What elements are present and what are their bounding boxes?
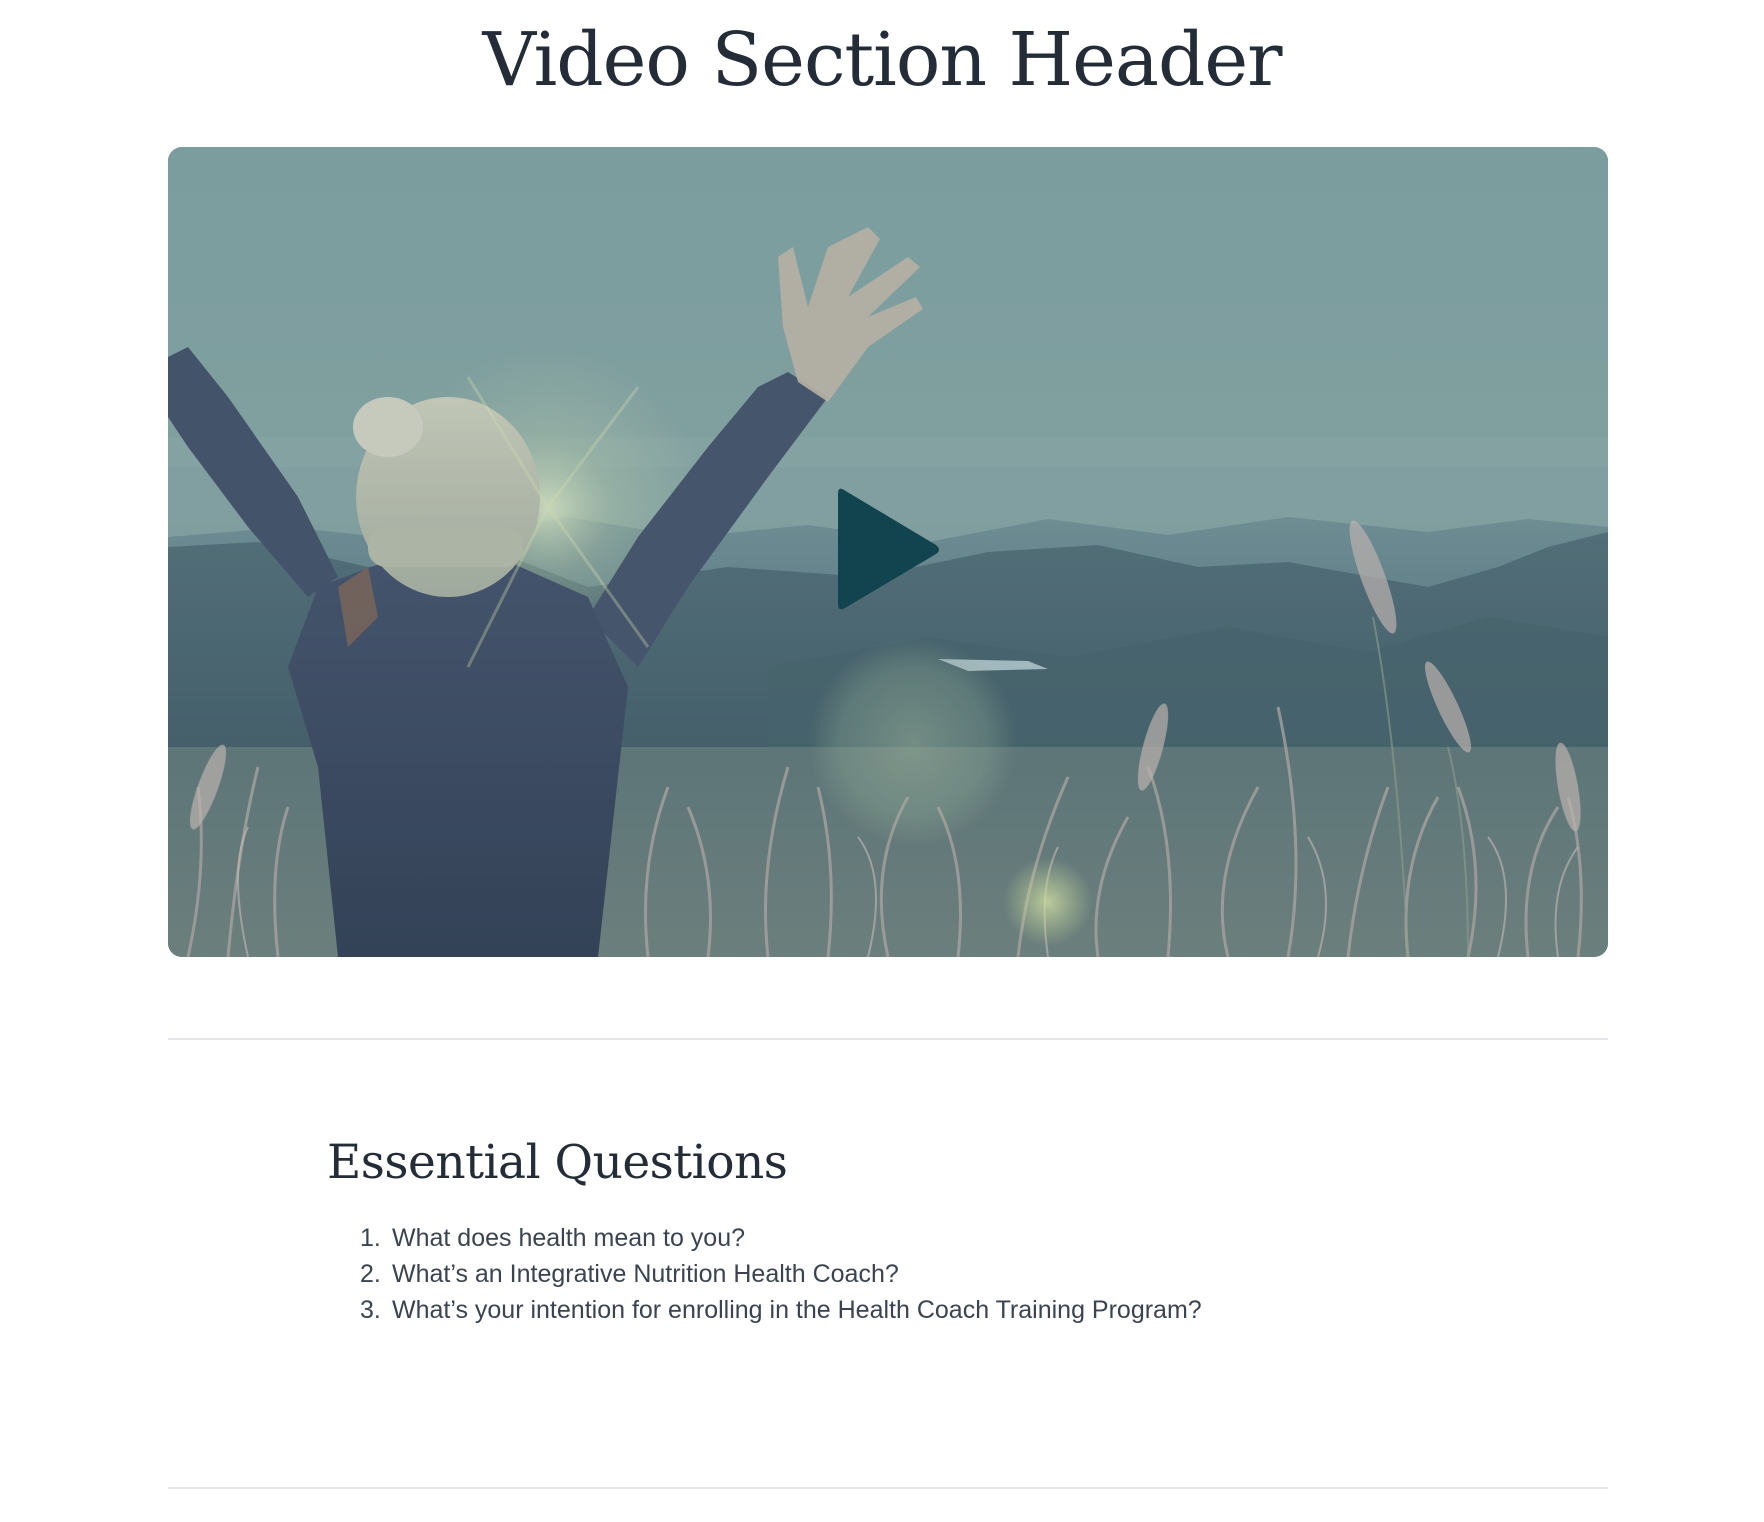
play-button[interactable]	[828, 482, 948, 617]
play-icon	[838, 488, 939, 610]
list-item-text: What does health mean to you?	[392, 1224, 746, 1252]
list-item-text: What’s your intention for enrolling in t…	[392, 1296, 1202, 1324]
list-item-number: 2.	[360, 1260, 381, 1288]
list-item-number: 1.	[360, 1224, 381, 1252]
video-player[interactable]	[168, 147, 1608, 957]
list-item: 1. What does health mean to you?	[360, 1220, 1202, 1256]
essential-questions-list: 1. What does health mean to you? 2. What’s…	[360, 1220, 1202, 1328]
list-item-text: What’s an Integrative Nutrition Health C…	[392, 1260, 899, 1288]
list-item: 3. What’s your intention for enrolling in…	[360, 1292, 1202, 1328]
section-divider	[168, 1038, 1608, 1040]
section-divider	[168, 1487, 1608, 1489]
list-item-number: 3.	[360, 1296, 381, 1324]
list-item: 2. What’s an Integrative Nutrition Health…	[360, 1256, 1202, 1292]
page-title: Video Section Header	[482, 17, 1282, 103]
essential-questions-heading: Essential Questions	[327, 1135, 788, 1190]
